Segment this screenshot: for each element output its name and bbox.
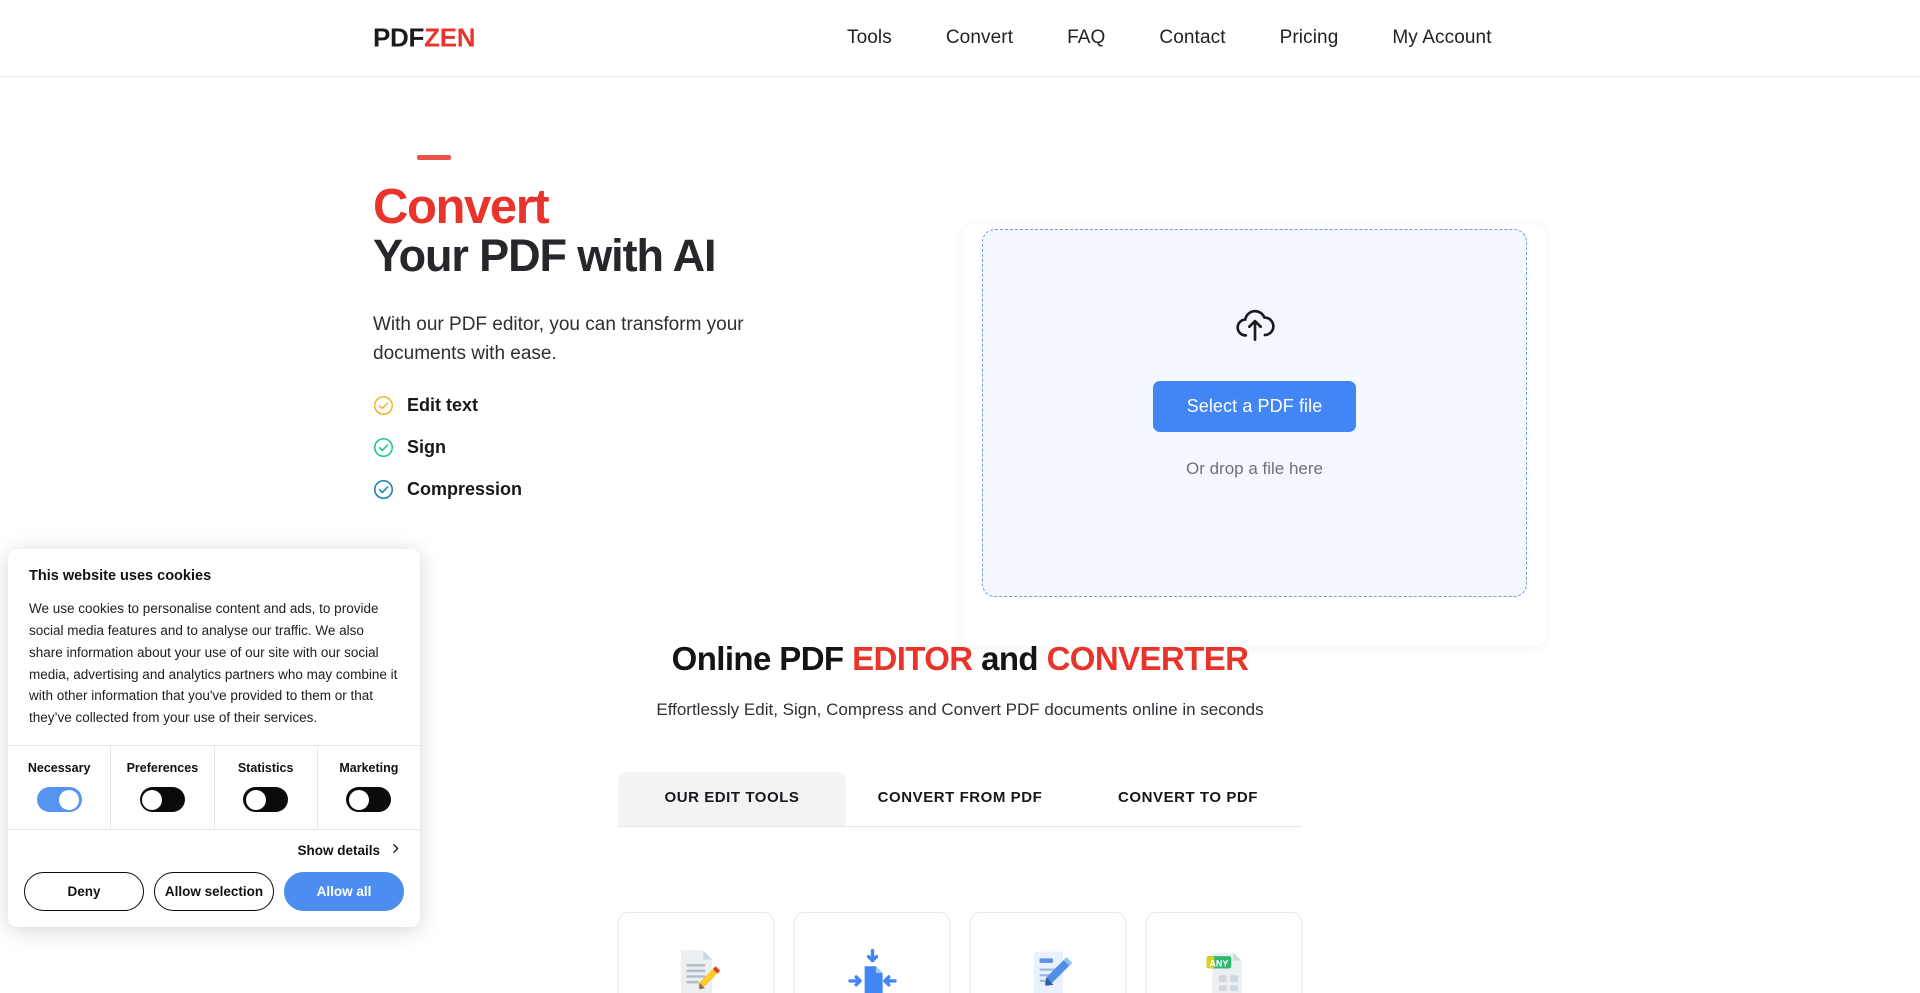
cookie-banner-body: This website uses cookies We use cookies…	[8, 549, 420, 745]
select-pdf-file-button[interactable]: Select a PDF file	[1152, 381, 1357, 432]
toggle-knob	[348, 789, 369, 810]
nav-item-convert[interactable]: Convert	[919, 21, 1040, 55]
cookie-category-preferences: Preferences	[111, 746, 215, 830]
cookie-category-label: Preferences	[126, 761, 199, 776]
feature-item-compression: Compression	[373, 479, 893, 500]
toggle-knob	[245, 789, 266, 810]
cloud-upload-icon	[1233, 302, 1277, 351]
allow-all-button[interactable]: Allow all	[284, 872, 404, 912]
tool-card-compress[interactable]	[793, 912, 951, 993]
tool-card-convert-any[interactable]: ANY	[1145, 912, 1303, 993]
check-circle-icon	[373, 437, 394, 458]
feature-item-edit-text: Edit text	[373, 395, 893, 416]
compress-file-icon	[845, 946, 899, 993]
deny-button[interactable]: Deny	[24, 872, 144, 912]
toggle-statistics[interactable]	[243, 787, 289, 813]
cookie-category-statistics: Statistics	[215, 746, 318, 830]
check-circle-icon	[373, 395, 394, 416]
section-title-part1: Online PDF	[671, 640, 853, 677]
upload-card: Select a PDF file Or drop a file here	[963, 223, 1546, 647]
cookie-banner-footer: Show details Deny Allow selection Allow …	[8, 830, 420, 927]
site-header: PDFZEN Tools Convert FAQ Contact Pricing…	[0, 0, 1920, 77]
show-details-label: Show details	[297, 842, 380, 858]
toggle-knob	[59, 789, 80, 810]
cookie-banner-title: This website uses cookies	[29, 568, 212, 584]
toggle-preferences[interactable]	[139, 787, 185, 813]
allow-selection-button[interactable]: Allow selection	[154, 872, 274, 912]
cookie-consent-banner: This website uses cookies We use cookies…	[8, 549, 420, 928]
file-dropzone[interactable]: Select a PDF file Or drop a file here	[982, 229, 1527, 597]
feature-item-sign: Sign	[373, 437, 893, 458]
tab-convert-to-pdf[interactable]: CONVERT TO PDF	[1074, 772, 1302, 826]
logo-text-pdf: PDF	[373, 22, 425, 53]
toggle-knob	[142, 789, 163, 810]
tab-convert-from-pdf[interactable]: CONVERT FROM PDF	[846, 772, 1074, 826]
chevron-right-icon	[389, 842, 402, 858]
cookie-category-marketing: Marketing	[318, 746, 420, 829]
cookie-category-label: Statistics	[237, 761, 294, 776]
document-pencil-icon	[669, 946, 723, 993]
toggle-marketing[interactable]	[346, 787, 392, 813]
nav-item-my-account[interactable]: My Account	[1365, 21, 1518, 55]
hero-subtitle: With our PDF editor, you can transform y…	[373, 314, 744, 365]
feature-list: Edit text Sign Compression	[373, 395, 893, 500]
tool-card-sign[interactable]	[969, 912, 1127, 993]
cookie-category-label: Marketing	[339, 761, 399, 776]
page-root: PDFZEN Tools Convert FAQ Contact Pricing…	[0, 0, 1920, 993]
drop-file-hint: Or drop a file here	[1185, 459, 1323, 478]
cookie-category-toggles: Necessary Preferences Statistics Marketi…	[8, 745, 420, 831]
tool-card-list: ANY	[617, 912, 1303, 993]
cookie-banner-text: We use cookies to personalise content an…	[29, 601, 398, 726]
section-title-part2: and	[972, 640, 1047, 677]
feature-label: Compression	[407, 479, 523, 500]
main-nav: Tools Convert FAQ Contact Pricing My Acc…	[820, 21, 1519, 55]
tab-our-edit-tools[interactable]: OUR EDIT TOOLS	[618, 772, 846, 826]
feature-label: Edit text	[407, 395, 479, 416]
cookie-action-buttons: Deny Allow selection Allow all	[24, 872, 404, 912]
feature-label: Sign	[407, 437, 446, 458]
page-title: Your PDF with AI	[373, 230, 716, 281]
nav-item-faq[interactable]: FAQ	[1040, 21, 1132, 55]
nav-item-pricing[interactable]: Pricing	[1253, 21, 1366, 55]
rotating-word: Convert	[373, 180, 550, 234]
cookie-category-label: Necessary	[27, 761, 91, 776]
rotator-sliver	[417, 155, 451, 160]
check-circle-icon	[373, 479, 394, 500]
tool-card-edit[interactable]	[617, 912, 775, 993]
document-pen-sign-icon	[1021, 946, 1075, 993]
hero-section: Convert Your PDF with AI With our PDF ed…	[0, 77, 1920, 647]
logo-text-zen: ZEN	[424, 22, 476, 53]
section-title-converter: CONVERTER	[1046, 640, 1249, 677]
nav-item-contact[interactable]: Contact	[1132, 21, 1252, 55]
nav-item-tools[interactable]: Tools	[820, 21, 919, 55]
section-title-editor: EDITOR	[852, 640, 973, 677]
toggle-necessary[interactable]	[36, 787, 82, 813]
any-file-convert-icon: ANY	[1197, 946, 1251, 993]
cookie-category-necessary: Necessary	[8, 746, 112, 830]
tool-tabs: OUR EDIT TOOLS CONVERT FROM PDF CONVERT …	[618, 772, 1302, 827]
logo[interactable]: PDFZEN	[373, 22, 476, 54]
show-details-link[interactable]: Show details	[24, 842, 404, 858]
hero-copy: Convert Your PDF with AI With our PDF ed…	[373, 155, 893, 521]
svg-text:ANY: ANY	[1209, 958, 1228, 968]
